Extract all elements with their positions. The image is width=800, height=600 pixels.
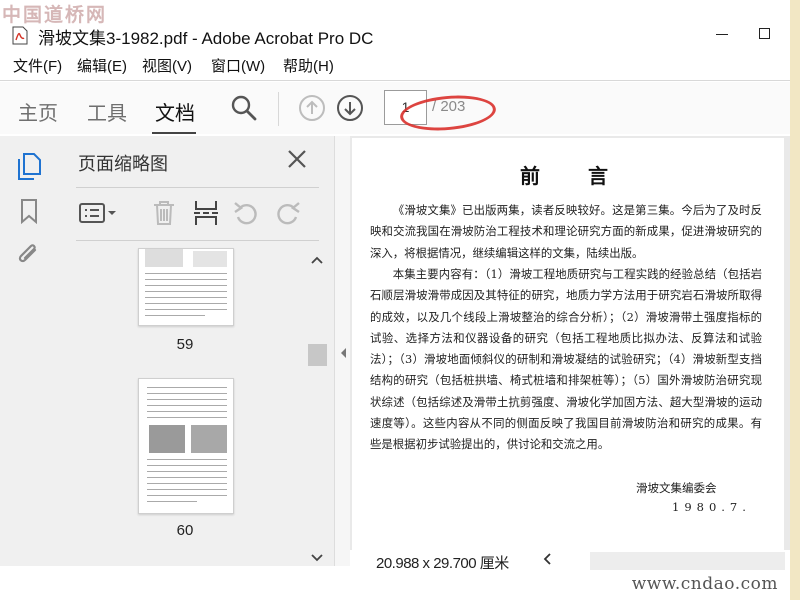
panel-title: 页面缩略图: [78, 154, 168, 174]
rotate-left-icon[interactable]: [232, 199, 260, 232]
minimize-button[interactable]: [716, 34, 728, 35]
collapse-arrow-icon[interactable]: [338, 346, 348, 365]
menu-help[interactable]: 帮助(H): [283, 55, 334, 76]
status-bar: 20.988 x 29.700 厘米: [350, 550, 790, 572]
scroll-left-icon[interactable]: [542, 552, 552, 569]
thumbnail-figure: [193, 251, 227, 267]
thumbnail-text-line: [147, 483, 227, 484]
menu-separator: [0, 80, 790, 81]
pdf-file-icon: [12, 26, 28, 45]
thumbnail-page-number: 60: [176, 522, 194, 539]
search-icon[interactable]: [230, 94, 258, 127]
page-thumbnail[interactable]: [138, 248, 234, 326]
page-thumbnails-icon[interactable]: [16, 152, 42, 185]
menu-edit[interactable]: 编辑(E): [77, 55, 127, 76]
document-paragraph: 本集主要内容有：（1）滑坡工程地质研究与工程实践的经验总结（包括岩石顺层滑坡滑带…: [370, 267, 762, 452]
side-navigation: [0, 136, 56, 566]
thumbnail-text-line: [145, 285, 227, 286]
thumbnail-text-line: [147, 399, 227, 400]
thumbnail-text-line: [147, 393, 227, 394]
panel-divider: [76, 240, 319, 241]
active-tab-indicator: [152, 132, 196, 134]
scroll-up-icon[interactable]: [310, 252, 324, 270]
thumbnail-text-line: [147, 501, 197, 502]
maximize-button[interactable]: [759, 28, 770, 39]
thumbnail-text-line: [145, 315, 205, 316]
rotate-right-icon[interactable]: [274, 199, 302, 232]
thumbnail-text-line: [145, 273, 227, 274]
panel-divider: [76, 187, 319, 188]
document-signature: 滑坡文集编委会: [636, 481, 717, 495]
toolbar-divider: [278, 92, 279, 126]
window-title: 滑坡文集3-1982.pdf - Adobe Acrobat Pro DC: [38, 29, 374, 48]
horizontal-scrollbar[interactable]: [590, 552, 785, 570]
watermark-bottom-right: www.cndao.com: [631, 574, 778, 594]
tab-document[interactable]: 文档: [155, 97, 195, 126]
thumbnail-text-line: [145, 297, 227, 298]
thumbnail-text-line: [145, 309, 227, 310]
thumbnail-text-line: [145, 303, 227, 304]
thumbnail-text-line: [147, 471, 227, 472]
page-thumbnail[interactable]: [138, 378, 234, 514]
thumbnail-text-line: [147, 477, 227, 478]
thumbnail-text-line: [147, 387, 227, 388]
document-date: 1980.7.: [672, 500, 751, 514]
scroll-down-icon[interactable]: [310, 550, 324, 568]
menu-file[interactable]: 文件(F): [13, 55, 62, 76]
document-paragraph: 《滑坡文集》已出版两集，读者反映较好。这是第三集。今后为了及时反映和交流我国在滑…: [370, 203, 762, 260]
thumbnail-options-icon[interactable]: [78, 202, 120, 229]
thumbnail-photo: [191, 425, 227, 453]
thumbnail-text-line: [147, 405, 227, 406]
thumbnail-text-line: [145, 279, 227, 280]
thumbnail-text-line: [145, 291, 227, 292]
document-page: 前言 《滑坡文集》已出版两集，读者反映较好。这是第三集。今后为了及时反映和交流我…: [352, 138, 784, 550]
tab-home[interactable]: 主页: [18, 97, 58, 126]
thumbnail-scrollbar[interactable]: [306, 248, 326, 566]
menu-window[interactable]: 窗口(W): [211, 55, 265, 76]
toolbar: 主页 工具 文档 1 / 203: [0, 82, 790, 134]
previous-page-icon[interactable]: [298, 94, 326, 127]
extract-pages-icon[interactable]: [192, 199, 220, 232]
thumbnail-text-line: [147, 465, 227, 466]
thumbnail-text-line: [147, 489, 227, 490]
thumbnail-text-line: [147, 417, 227, 418]
thumbnail-figure: [145, 249, 183, 267]
menu-view[interactable]: 视图(V): [142, 55, 192, 76]
thumbnail-page-number: 59: [176, 336, 194, 353]
scrollbar-thumb[interactable]: [308, 344, 327, 366]
attachment-icon[interactable]: [15, 240, 41, 273]
document-title: 前言: [520, 164, 656, 188]
next-page-icon[interactable]: [336, 94, 364, 127]
bookmark-icon[interactable]: [20, 198, 38, 229]
panel-collapse-handle[interactable]: [334, 136, 350, 566]
title-bar: 滑坡文集3-1982.pdf - Adobe Acrobat Pro DC: [0, 20, 790, 50]
thumbnail-text-line: [147, 459, 227, 460]
thumbnail-photo: [149, 425, 185, 453]
thumbnail-text-line: [147, 411, 227, 412]
tab-tools[interactable]: 工具: [87, 97, 127, 126]
page-size-readout: 20.988 x 29.700 厘米: [376, 555, 509, 572]
delete-page-icon[interactable]: [150, 199, 178, 232]
thumbnail-text-line: [147, 495, 227, 496]
close-icon[interactable]: [286, 148, 308, 175]
screen-edge: [790, 0, 800, 600]
